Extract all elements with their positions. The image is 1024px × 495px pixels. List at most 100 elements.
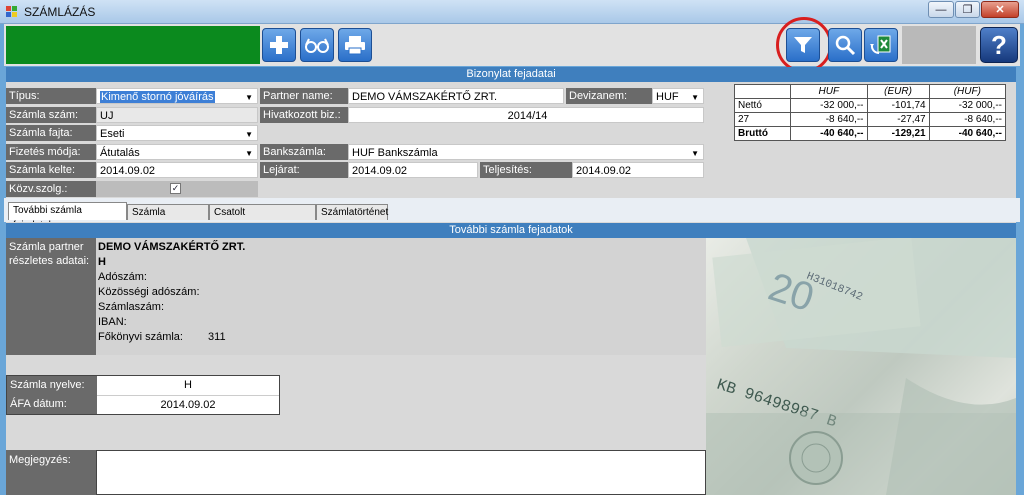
type-value: Kimenő stornó jóváírás (100, 91, 215, 103)
totals-header: (HUF) (928, 84, 1007, 99)
community-tax-label: Közösségi adószám: (98, 286, 200, 298)
search-icon (835, 35, 856, 56)
dropdown-arrow-icon: ▼ (691, 149, 699, 158)
dropdown-arrow-icon: ▼ (691, 93, 699, 102)
partner-name-label: Partner name: (260, 88, 348, 104)
public-service-row: ✓ (96, 181, 258, 197)
totals-row-label: Bruttó (733, 126, 792, 141)
plus-icon (270, 36, 288, 54)
excel-export-icon (870, 35, 891, 55)
dropdown-arrow-icon: ▼ (245, 130, 253, 139)
type-label: Típus: (6, 88, 96, 104)
minimize-button[interactable]: — (928, 1, 954, 18)
totals-cell: -27,47 (866, 112, 930, 127)
partner-details-label: Számla partner részletes adatai: (6, 238, 96, 355)
ledger-account-row: Főkönyvi számla: 311 (98, 330, 704, 345)
close-button[interactable]: ✕ (981, 1, 1019, 18)
printer-icon (345, 36, 365, 55)
banknote-image: 20 H31018742 KB 96498987 B (706, 238, 1016, 495)
status-indicator (6, 26, 260, 64)
invoice-date-label: Számla kelte: (6, 162, 96, 178)
bank-account-value: HUF Bankszámla (352, 147, 438, 159)
dropdown-arrow-icon: ▼ (245, 93, 253, 102)
public-service-checkbox[interactable]: ✓ (170, 183, 181, 194)
totals-cell: -32 000,-- (790, 98, 868, 113)
totals-cell: -129,21 (866, 126, 930, 141)
panel-header: További számla fejadatok (6, 223, 1016, 238)
add-button[interactable] (262, 28, 296, 62)
totals-cell: -101,74 (866, 98, 930, 113)
invoice-language-field[interactable]: H (97, 376, 279, 395)
window-title: SZÁMLÁZÁS (24, 5, 96, 19)
ledger-account-label: Főkönyvi számla: (98, 331, 183, 343)
help-button[interactable]: ? (980, 27, 1018, 63)
partner-details-country: H (98, 256, 106, 268)
totals-cell: -40 640,-- (928, 126, 1007, 141)
invoice-number-field[interactable]: UJ (96, 107, 258, 123)
fulfillment-label: Teljesítés: (480, 162, 572, 178)
invoice-kind-label: Számla fajta: (6, 125, 96, 141)
invoice-number-label: Számla szám: (6, 107, 96, 123)
ledger-account-value: 311 (208, 331, 226, 343)
due-date-label: Lejárat: (260, 162, 348, 178)
currency-label: Devizanem: (566, 88, 652, 104)
bank-account-select[interactable]: HUF Bankszámla ▼ (348, 144, 704, 160)
restore-button[interactable]: ❐ (955, 1, 980, 18)
currency-select[interactable]: HUF ▼ (652, 88, 704, 104)
toolbar-spacer (902, 26, 976, 64)
partner-details: DEMO VÁMSZAKÉRTŐ ZRT. H Adószám: Közössé… (96, 238, 706, 355)
tax-number-label: Adószám: (98, 271, 147, 283)
banknote-picture: 20 H31018742 KB 96498987 B (706, 238, 1016, 495)
totals-cell: -8 640,-- (928, 112, 1007, 127)
reference-doc-field[interactable]: 2014/14 (348, 107, 704, 123)
print-button[interactable] (338, 28, 372, 62)
totals-row-label: Nettó (733, 98, 792, 113)
totals-row-label: 27 (733, 112, 792, 127)
totals-cell: -8 640,-- (790, 112, 868, 127)
totals-table: HUF (EUR) (HUF) Nettó -32 000,-- -101,74… (733, 84, 1007, 141)
totals-row: Nettó -32 000,-- -101,74 -32 000,-- (733, 98, 1007, 113)
export-excel-button[interactable] (864, 28, 898, 62)
highlight-circle (776, 17, 832, 73)
totals-header: HUF (790, 84, 868, 99)
app-icon (6, 6, 17, 17)
tab-invoice-history[interactable]: Számlatörténet (316, 204, 388, 220)
totals-header: (EUR) (866, 84, 930, 99)
payment-method-label: Fizetés módja: (6, 144, 96, 160)
glasses-icon (305, 38, 329, 53)
fulfillment-date-field[interactable]: 2014.09.02 (572, 162, 704, 178)
tab-invoice-lines[interactable]: Számla tételsorok (127, 204, 209, 233)
reference-doc-label: Hivatkozott biz.: (260, 107, 348, 123)
dropdown-arrow-icon: ▼ (245, 149, 253, 158)
due-date-field[interactable]: 2014.09.02 (348, 162, 478, 178)
totals-corner (733, 84, 792, 99)
vat-date-label: ÁFA dátum: (7, 395, 97, 414)
invoice-date-field[interactable]: 2014.09.02 (96, 162, 258, 178)
partner-details-name: DEMO VÁMSZAKÉRTŐ ZRT. (98, 241, 246, 253)
note-label: Megjegyzés: (6, 450, 96, 495)
totals-row: 27 -8 640,-- -27,47 -8 640,-- (733, 112, 1007, 127)
public-service-label: Közv.szolg.: (6, 181, 96, 197)
totals-cell: -32 000,-- (928, 98, 1007, 113)
bank-account-label: Bankszámla: (260, 144, 348, 160)
invoice-kind-value: Eseti (100, 128, 125, 140)
tab-additional-header[interactable]: További számla fejadatok (8, 202, 127, 231)
payment-method-value: Átutalás (100, 147, 140, 159)
totals-cell: -40 640,-- (790, 126, 868, 141)
search-button[interactable] (828, 28, 862, 62)
iban-label: IBAN: (98, 316, 127, 328)
type-select[interactable]: Kimenő stornó jóváírás ▼ (96, 88, 258, 104)
tab-attached-documents[interactable]: Csatolt dokumentumok (209, 204, 316, 233)
note-textarea[interactable] (96, 450, 706, 495)
view-button[interactable] (300, 28, 334, 62)
payment-method-select[interactable]: Átutalás ▼ (96, 144, 258, 160)
invoice-language-label: Számla nyelve: (7, 376, 97, 395)
account-number-label: Számlaszám: (98, 301, 165, 313)
title-bar: SZÁMLÁZÁS — ❐ ✕ (0, 0, 1024, 24)
partner-name-field[interactable]: DEMO VÁMSZAKÉRTŐ ZRT. (348, 88, 564, 104)
invoice-kind-select[interactable]: Eseti ▼ (96, 125, 258, 141)
section-header: Bizonylat fejadatai (6, 67, 1016, 82)
currency-value: HUF (656, 91, 679, 103)
totals-header-row: HUF (EUR) (HUF) (733, 84, 1007, 99)
vat-date-field[interactable]: 2014.09.02 (97, 395, 279, 414)
